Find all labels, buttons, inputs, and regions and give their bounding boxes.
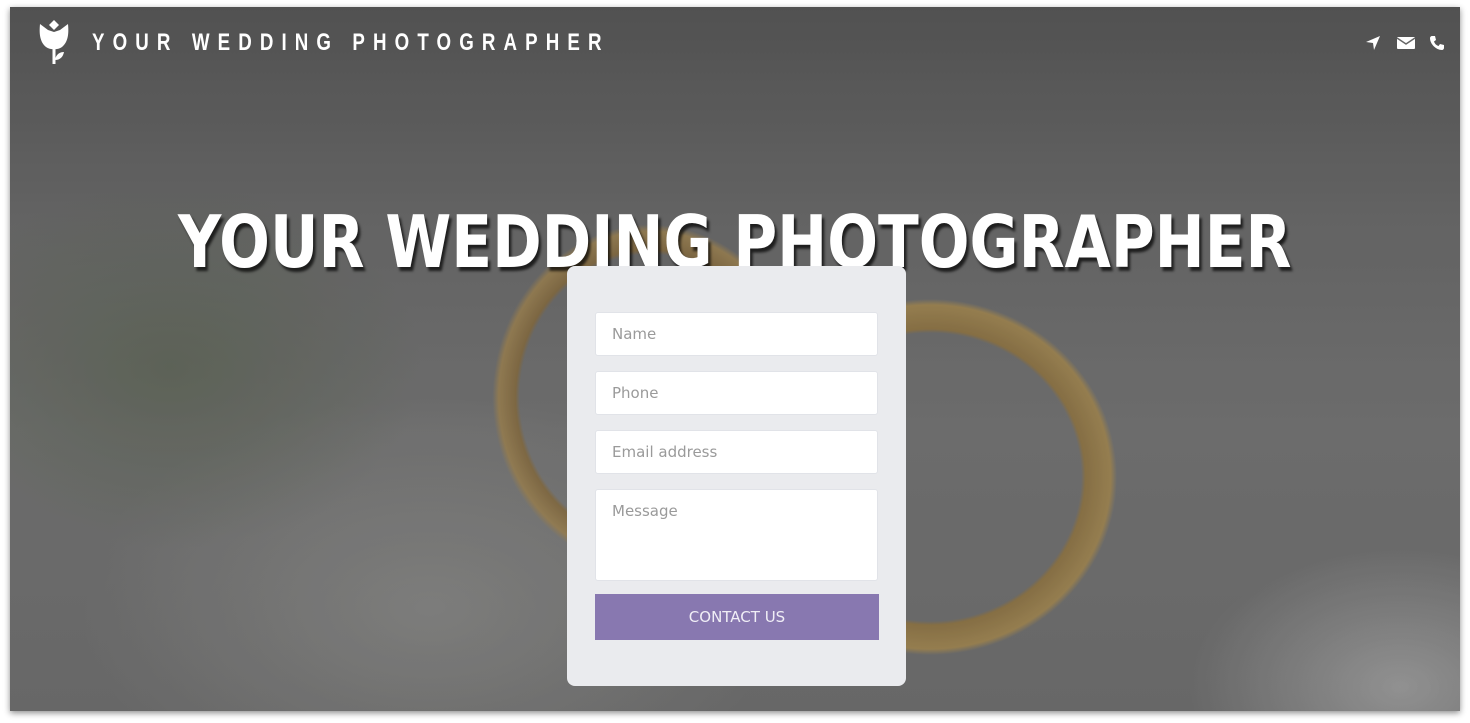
- contact-icons: [1364, 34, 1446, 52]
- hero-section: YOUR WEDDING PHOTOGRAPHER YOUR WEDDING P…: [10, 7, 1460, 711]
- brand-logo[interactable]: YOUR WEDDING PHOTOGRAPHER: [38, 20, 756, 66]
- envelope-icon[interactable]: [1396, 34, 1416, 52]
- message-textarea[interactable]: [595, 489, 878, 581]
- name-input[interactable]: [595, 312, 878, 356]
- tulip-icon: [38, 20, 70, 66]
- brand-name: YOUR WEDDING PHOTOGRAPHER: [92, 29, 610, 56]
- email-input[interactable]: [595, 430, 878, 474]
- phone-icon[interactable]: [1428, 34, 1446, 52]
- phone-input[interactable]: [595, 371, 878, 415]
- location-arrow-icon[interactable]: [1364, 34, 1382, 52]
- contact-form: CONTACT US: [567, 266, 906, 686]
- contact-us-button[interactable]: CONTACT US: [595, 594, 879, 640]
